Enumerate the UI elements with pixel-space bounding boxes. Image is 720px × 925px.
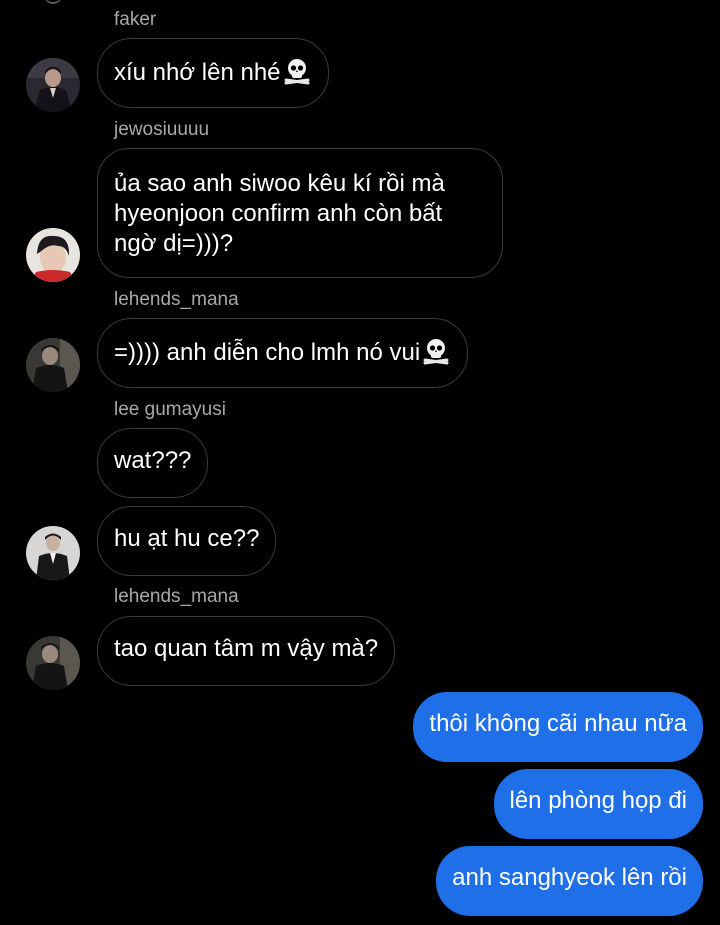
chat-screen: faker xíu nhớ lên nhé jewosiuuuu ủa sao … [0,0,720,925]
skull-crossbones-icon [421,336,451,366]
avatar-lehends-mana[interactable] [26,636,80,690]
partial-previous-message [44,0,62,4]
message-bubble[interactable]: ủa sao anh siwoo kêu kí rồi mà hyeonjoon… [97,148,503,278]
message-text: thôi không cãi nhau nữa [429,710,687,737]
message-bubble[interactable]: tao quan tâm m vậy mà? [97,616,396,686]
outgoing-message-bubble[interactable]: lên phòng họp đi [493,769,703,839]
message-text: anh sanghyeok lên rồi [452,864,687,891]
message-text: ủa sao anh siwoo kêu kí rồi mà hyeonjoon… [114,170,445,257]
message-text: tao quan tâm m vậy mà? [114,635,379,662]
message-text: lên phòng họp đi [509,787,688,814]
message-bubble[interactable]: wat??? [97,428,209,498]
message-text: hu ạt hu ce?? [114,525,260,552]
avatar-faker[interactable] [26,58,80,112]
sender-name: lehends_mana [114,586,239,607]
avatar-lee-gumayusi[interactable] [26,526,80,580]
sender-name: jewosiuuuu [114,119,210,140]
outgoing-message-bubble[interactable]: thôi không cãi nhau nữa [413,692,703,762]
skull-crossbones-icon [282,56,312,86]
sender-name: lehends_mana [114,289,239,310]
message-text: xíu nhớ lên nhé [114,59,281,86]
message-bubble[interactable]: xíu nhớ lên nhé [97,38,329,108]
message-text: wat??? [114,447,192,474]
message-bubble[interactable]: hu ạt hu ce?? [97,506,277,576]
avatar-jewosiuuuu[interactable] [26,228,80,282]
sender-name: lee gumayusi [114,399,226,420]
message-bubble[interactable]: =)))) anh diễn cho lmh nó vui [97,318,469,388]
outgoing-message-bubble[interactable]: anh sanghyeok lên rồi [436,846,703,916]
avatar-lehends-mana[interactable] [26,338,80,392]
message-text: =)))) anh diễn cho lmh nó vui [114,339,421,366]
sender-name: faker [114,9,157,30]
